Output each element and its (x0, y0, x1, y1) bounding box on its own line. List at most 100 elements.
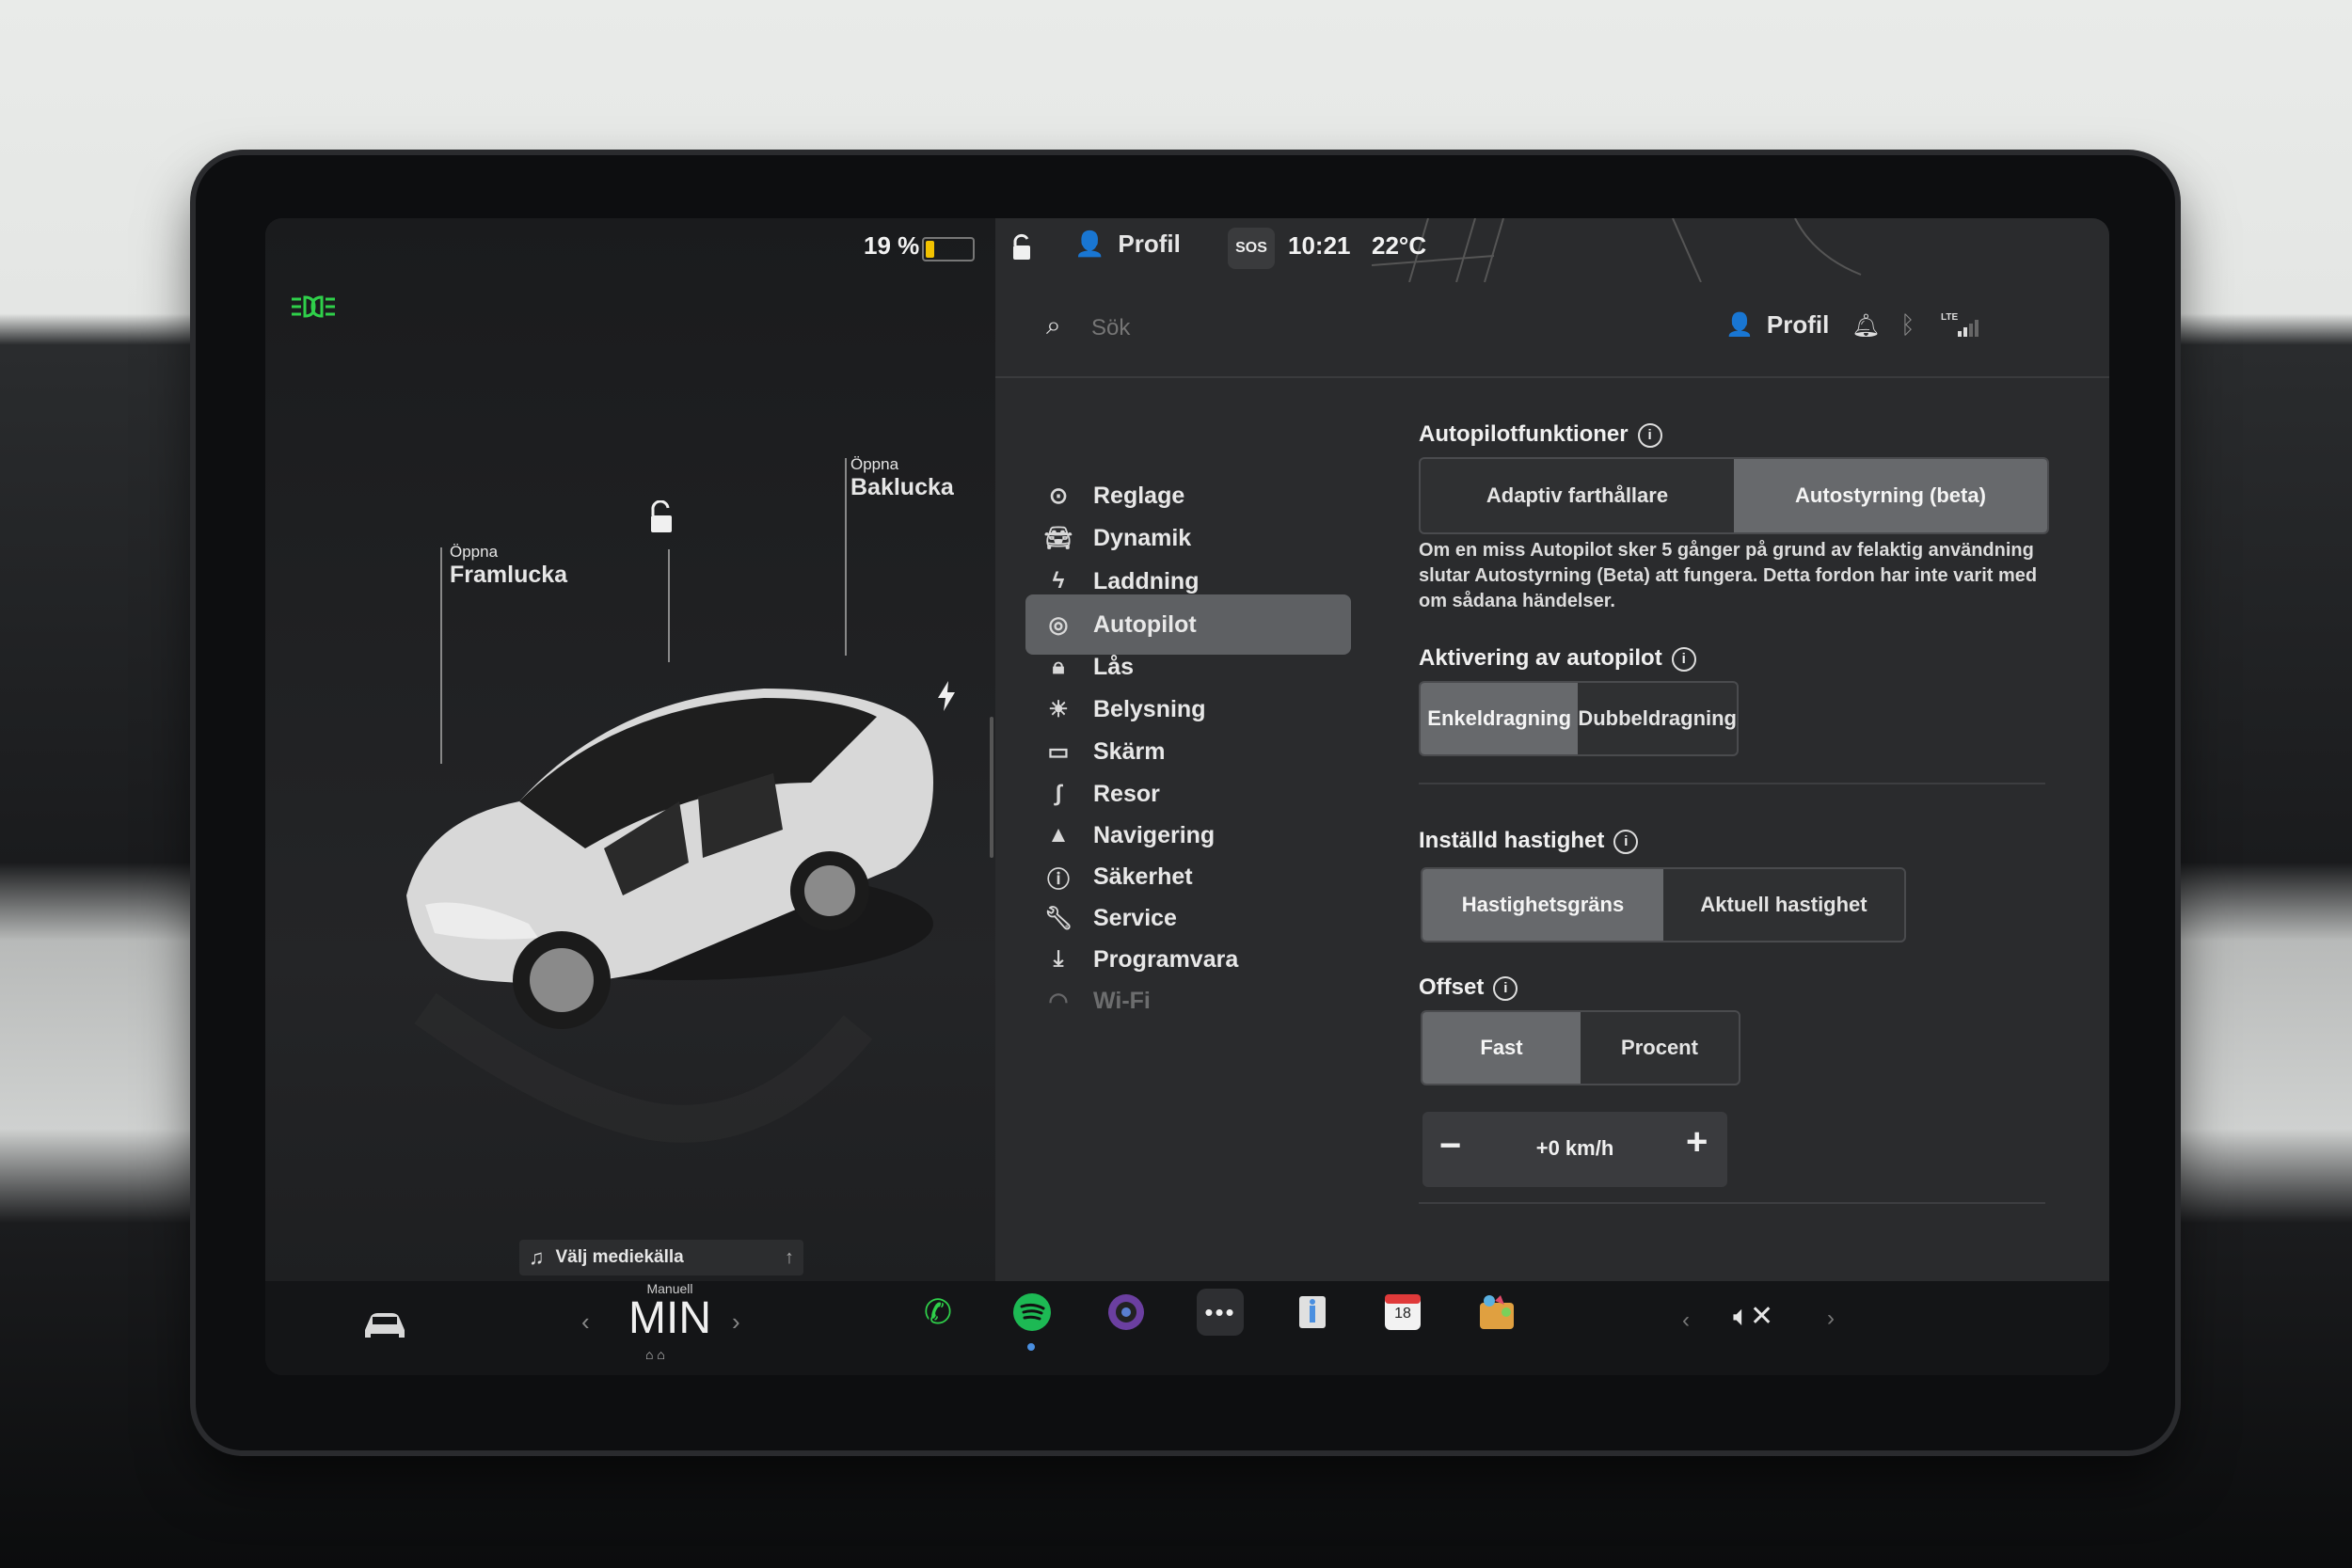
autopilot-features-heading: Autopilotfunktioner i (1419, 421, 1662, 448)
wrench-icon: 🔧︎ (1043, 905, 1073, 931)
toybox-app-icon[interactable] (1473, 1289, 1520, 1336)
autopilot-features-title: Autopilotfunktioner (1419, 421, 1629, 447)
left-panel-scrollbar[interactable] (990, 717, 993, 858)
autopilot-activation-selector: Enkeldragning Dubbeldragning (1419, 681, 1739, 756)
battery-percent: 19 % (864, 231, 920, 260)
car-controls-icon[interactable] (361, 1309, 408, 1341)
calendar-app-icon[interactable]: 18 (1379, 1289, 1426, 1336)
bell-icon[interactable]: 🔔︎ (1851, 312, 1880, 340)
camera-app-icon[interactable] (1103, 1289, 1150, 1336)
phone-app-icon[interactable]: ✆ (914, 1289, 961, 1336)
manual-app-icon[interactable] (1289, 1289, 1336, 1336)
set-speed-title: Inställd hastighet (1419, 828, 1605, 853)
info-icon[interactable]: i (1613, 830, 1639, 854)
sos-button[interactable]: SOS (1228, 228, 1275, 269)
expand-up-icon: ↑ (785, 1246, 794, 1268)
download-icon: ⤓ (1053, 946, 1064, 972)
autopilot-strike-description: Om en miss Autopilot sker 5 gånger på gr… (1419, 540, 2038, 611)
spotify-icon (1013, 1293, 1051, 1331)
climate-fan-value[interactable]: MIN (613, 1292, 726, 1344)
menu-item-label: Säkerhet (1093, 863, 1193, 890)
rear-trunk-button[interactable]: Öppna Baklucka (850, 455, 954, 501)
more-apps-icon[interactable]: ••• (1197, 1289, 1244, 1336)
search-icon[interactable]: ⌕ (1046, 310, 1061, 341)
trips-icon: ∫ (1055, 781, 1062, 806)
rear-trunk-label: Baklucka (850, 474, 954, 500)
menu-item-label: Autopilot (1093, 610, 1197, 638)
toybox-icon (1480, 1295, 1514, 1329)
media-source-label: Välj mediekälla (555, 1247, 684, 1267)
sun-icon: ☀ (1048, 696, 1069, 722)
menu-item-label: Belysning (1093, 695, 1206, 722)
spotify-playing-dot (1027, 1343, 1035, 1351)
offset-stepper: − +0 km/h + (1422, 1112, 1727, 1187)
unlock-icon[interactable] (645, 500, 677, 534)
front-trunk-label: Framlucka (450, 562, 568, 588)
search-input[interactable] (1089, 309, 1564, 348)
offset-option[interactable]: Procent (1581, 1012, 1739, 1084)
set-speed-heading: Inställd hastighet i (1419, 828, 1639, 854)
autopilot-activation-heading: Aktivering av autopilot i (1419, 645, 1696, 672)
offset-increase-button[interactable]: + (1686, 1121, 1708, 1164)
lte-signal-icon: LTE (1941, 312, 1979, 337)
lock-icon: 🔒︎ (1052, 654, 1065, 679)
volume-down-icon[interactable]: ‹ (1682, 1307, 1690, 1334)
front-trunk-button[interactable]: Öppna Framlucka (450, 543, 567, 589)
set-speed-selector: Hastighetsgräns Aktuell hastighet (1421, 867, 1906, 942)
autopilot-activation-title: Aktivering av autopilot (1419, 645, 1662, 671)
clock: 10:21 (1288, 231, 1351, 260)
settings-search-row: ⌕ 👤 Profil 🔔︎ ᛒ LTE (995, 282, 2109, 378)
menu-item-label: Laddning (1093, 567, 1200, 594)
autopilot-feature-option[interactable]: Autostyrning (beta) (1734, 459, 2047, 532)
calendar-day: 18 (1394, 1306, 1411, 1322)
bluetooth-icon[interactable]: ᛒ (1900, 310, 1915, 340)
person-icon: 👤 (1074, 230, 1105, 258)
menu-item-label: Service (1093, 904, 1177, 931)
climate-decrease-icon[interactable]: ‹ (581, 1307, 590, 1337)
settings-profile-button[interactable]: 👤 Profil (1725, 310, 1829, 340)
set-speed-option[interactable]: Aktuell hastighet (1663, 869, 1904, 941)
car-panel: Öppna Framlucka Öppna Baklucka ♫ Välj me… (265, 218, 995, 1281)
menu-item-label: Navigering (1093, 821, 1216, 848)
touchscreen: Öppna Framlucka Öppna Baklucka ♫ Välj me… (265, 218, 2109, 1375)
profile-button[interactable]: 👤 Profil (1074, 230, 1181, 259)
offset-heading: Offset i (1419, 974, 1518, 1001)
unlock-status-icon[interactable] (1009, 233, 1035, 261)
activation-option[interactable]: Enkeldragning (1421, 683, 1579, 754)
climate-increase-icon[interactable]: › (732, 1307, 740, 1337)
person-icon: 👤 (1725, 312, 1754, 338)
svg-text:LTE: LTE (1941, 312, 1958, 323)
offset-value: +0 km/h (1535, 1136, 1614, 1160)
set-speed-option[interactable]: Hastighetsgräns (1422, 869, 1663, 941)
info-icon[interactable]: i (1493, 976, 1518, 1001)
steering-wheel-icon: ◎ (1048, 611, 1069, 638)
car-model-image (406, 689, 933, 1143)
autopilot-feature-option[interactable]: Adaptiv farthållare (1421, 459, 1734, 532)
offset-title: Offset (1419, 974, 1485, 1000)
headlight-icon[interactable] (290, 293, 337, 322)
offset-option[interactable]: Fast (1422, 1012, 1581, 1084)
front-trunk-action: Öppna (450, 543, 499, 561)
profile-label: Profil (1118, 230, 1181, 258)
spotify-app-icon[interactable] (1009, 1289, 1056, 1336)
menu-item-label: Wi-Fi (1093, 987, 1151, 1014)
battery-fill (926, 241, 935, 258)
car-icon: 🚘︎ (1043, 525, 1073, 551)
menu-item-label: Skärm (1093, 737, 1166, 765)
activation-option[interactable]: Dubbeldragning (1578, 683, 1737, 754)
menu-item-label: Dynamik (1093, 524, 1192, 551)
autopilot-features-selector: Adaptiv farthållare Autostyrning (beta) (1419, 457, 2049, 534)
wifi-icon: ◠ (1048, 988, 1069, 1014)
volume-up-icon[interactable]: › (1827, 1306, 1835, 1332)
manual-icon (1299, 1296, 1326, 1328)
menu-item[interactable]: ◠ Wi-Fi (1025, 971, 1351, 1031)
display-icon: ▭ (1047, 738, 1070, 765)
menu-item-label: Programvara (1093, 945, 1239, 973)
info-icon[interactable]: i (1637, 423, 1662, 448)
mute-icon[interactable]: 🔈︎✕ (1733, 1300, 1773, 1333)
media-source-button[interactable]: ♫ Välj mediekälla ↑ (519, 1240, 803, 1275)
info-icon[interactable]: i (1671, 647, 1696, 672)
menu-item-label: Lås (1093, 653, 1135, 680)
divider (1419, 1202, 2045, 1204)
music-note-icon: ♫ (529, 1245, 545, 1269)
